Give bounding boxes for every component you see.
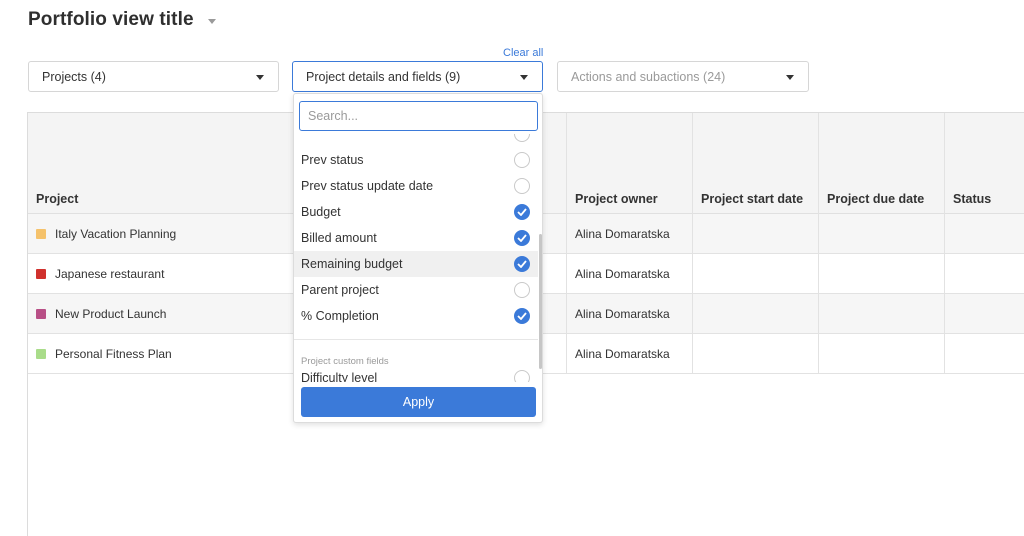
partial-option-radio xyxy=(514,134,530,142)
unchecked-circle-icon[interactable] xyxy=(514,370,530,382)
apply-button[interactable]: Apply xyxy=(301,387,536,417)
option-label: % Completion xyxy=(301,309,379,323)
option-completion[interactable]: % Completion xyxy=(294,303,538,329)
option-label: Budget xyxy=(301,205,341,219)
option-label: Difficulty level xyxy=(301,371,378,382)
due-date-cell[interactable] xyxy=(818,254,944,294)
project-name: Personal Fitness Plan xyxy=(55,347,172,361)
actions-select[interactable]: Actions and subactions (24) xyxy=(557,61,809,92)
start-date-cell[interactable] xyxy=(692,214,818,254)
option-label: Prev status xyxy=(301,153,364,167)
title-caret-icon[interactable] xyxy=(207,19,216,24)
owner-cell: Alina Domaratska xyxy=(566,254,692,294)
project-details-select-label: Project details and fields (9) xyxy=(306,69,461,84)
project-color-swatch xyxy=(36,309,46,319)
project-name: Italy Vacation Planning xyxy=(55,227,177,241)
option-parent-project[interactable]: Parent project xyxy=(294,277,538,303)
option-prev-status[interactable]: Prev status xyxy=(294,147,538,173)
checked-circle-icon[interactable] xyxy=(514,204,530,220)
project-cell[interactable]: New Product Launch xyxy=(28,294,293,334)
option-billed-amount[interactable]: Billed amount xyxy=(294,225,538,251)
option-remaining-budget[interactable]: Remaining budget xyxy=(294,251,538,277)
project-cell[interactable]: Personal Fitness Plan xyxy=(28,334,293,374)
checked-circle-icon[interactable] xyxy=(514,256,530,272)
project-color-swatch xyxy=(36,269,46,279)
start-date-cell[interactable] xyxy=(692,254,818,294)
status-cell[interactable] xyxy=(944,254,1024,294)
search-input[interactable] xyxy=(299,101,538,131)
project-color-swatch xyxy=(36,229,46,239)
due-date-cell[interactable] xyxy=(818,334,944,374)
option-prev-status-update-date[interactable]: Prev status update date xyxy=(294,173,538,199)
option-difficulty-level[interactable]: Difficulty level xyxy=(294,365,538,382)
unchecked-circle-icon[interactable] xyxy=(514,282,530,298)
option-budget[interactable]: Budget xyxy=(294,199,538,225)
option-label: Prev status update date xyxy=(301,179,434,193)
checked-circle-icon[interactable] xyxy=(514,230,530,246)
caret-down-icon xyxy=(520,75,528,80)
owner-cell: Alina Domaratska xyxy=(566,334,692,374)
due-date-cell[interactable] xyxy=(818,294,944,334)
caret-down-icon xyxy=(256,75,264,80)
project-details-select[interactable]: Project details and fields (9) xyxy=(292,61,543,92)
group-divider xyxy=(294,339,538,340)
projects-select[interactable]: Projects (4) xyxy=(28,61,279,92)
column-header-start-date[interactable]: Project start date xyxy=(692,113,818,214)
unchecked-circle-icon[interactable] xyxy=(514,152,530,168)
projects-select-label: Projects (4) xyxy=(42,69,106,84)
column-header-owner[interactable]: Project owner xyxy=(566,113,692,214)
start-date-cell[interactable] xyxy=(692,334,818,374)
option-label: Billed amount xyxy=(301,231,377,245)
project-color-swatch xyxy=(36,349,46,359)
unchecked-circle-icon[interactable] xyxy=(514,178,530,194)
project-name: Japanese restaurant xyxy=(55,267,165,281)
caret-down-icon xyxy=(786,75,794,80)
list-scrollbar[interactable] xyxy=(539,234,542,369)
checked-circle-icon[interactable] xyxy=(514,308,530,324)
owner-cell: Alina Domaratska xyxy=(566,214,692,254)
title-row: Portfolio view title xyxy=(28,9,216,31)
fields-dropdown-panel: Prev status Prev status update date Budg… xyxy=(293,93,543,423)
project-name: New Product Launch xyxy=(55,307,167,321)
status-cell[interactable] xyxy=(944,214,1024,254)
column-header-due-date[interactable]: Project due date xyxy=(818,113,944,214)
clear-all-link[interactable]: Clear all xyxy=(503,47,543,59)
project-cell[interactable]: Japanese restaurant xyxy=(28,254,293,294)
due-date-cell[interactable] xyxy=(818,214,944,254)
option-label: Parent project xyxy=(301,283,379,297)
status-cell[interactable] xyxy=(944,334,1024,374)
start-date-cell[interactable] xyxy=(692,294,818,334)
column-header-status[interactable]: Status xyxy=(944,113,1024,214)
fields-option-list[interactable]: Prev status Prev status update date Budg… xyxy=(294,134,542,382)
page-title: Portfolio view title xyxy=(28,9,194,30)
owner-cell: Alina Domaratska xyxy=(566,294,692,334)
status-cell[interactable] xyxy=(944,294,1024,334)
project-cell[interactable]: Italy Vacation Planning xyxy=(28,214,293,254)
column-header-project[interactable]: Project xyxy=(28,113,293,214)
option-label: Remaining budget xyxy=(301,257,403,271)
actions-select-label: Actions and subactions (24) xyxy=(571,69,726,84)
